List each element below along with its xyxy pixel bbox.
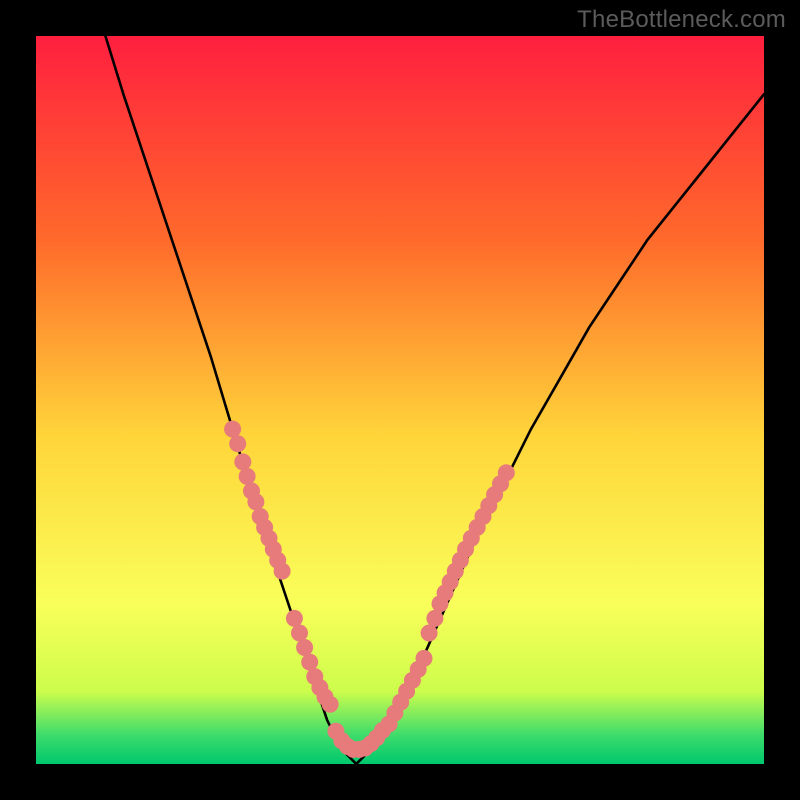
curve-marker (247, 493, 264, 510)
curve-marker (286, 610, 303, 627)
curve-marker (322, 696, 339, 713)
watermark-label: TheBottleneck.com (577, 6, 786, 34)
curve-marker (374, 722, 391, 739)
curve-marker (234, 453, 251, 470)
curve-marker (421, 625, 438, 642)
curve-marker (301, 654, 318, 671)
gradient-background (36, 36, 764, 764)
curve-marker (498, 464, 515, 481)
curve-marker (239, 468, 256, 485)
curve-marker (274, 563, 291, 580)
curve-marker (296, 639, 313, 656)
bottleneck-plot (0, 0, 800, 800)
chart-frame: TheBottleneck.com (0, 0, 800, 800)
curve-marker (224, 421, 241, 438)
curve-marker (291, 625, 308, 642)
curve-marker (229, 435, 246, 452)
curve-marker (426, 610, 443, 627)
curve-marker (416, 650, 433, 667)
